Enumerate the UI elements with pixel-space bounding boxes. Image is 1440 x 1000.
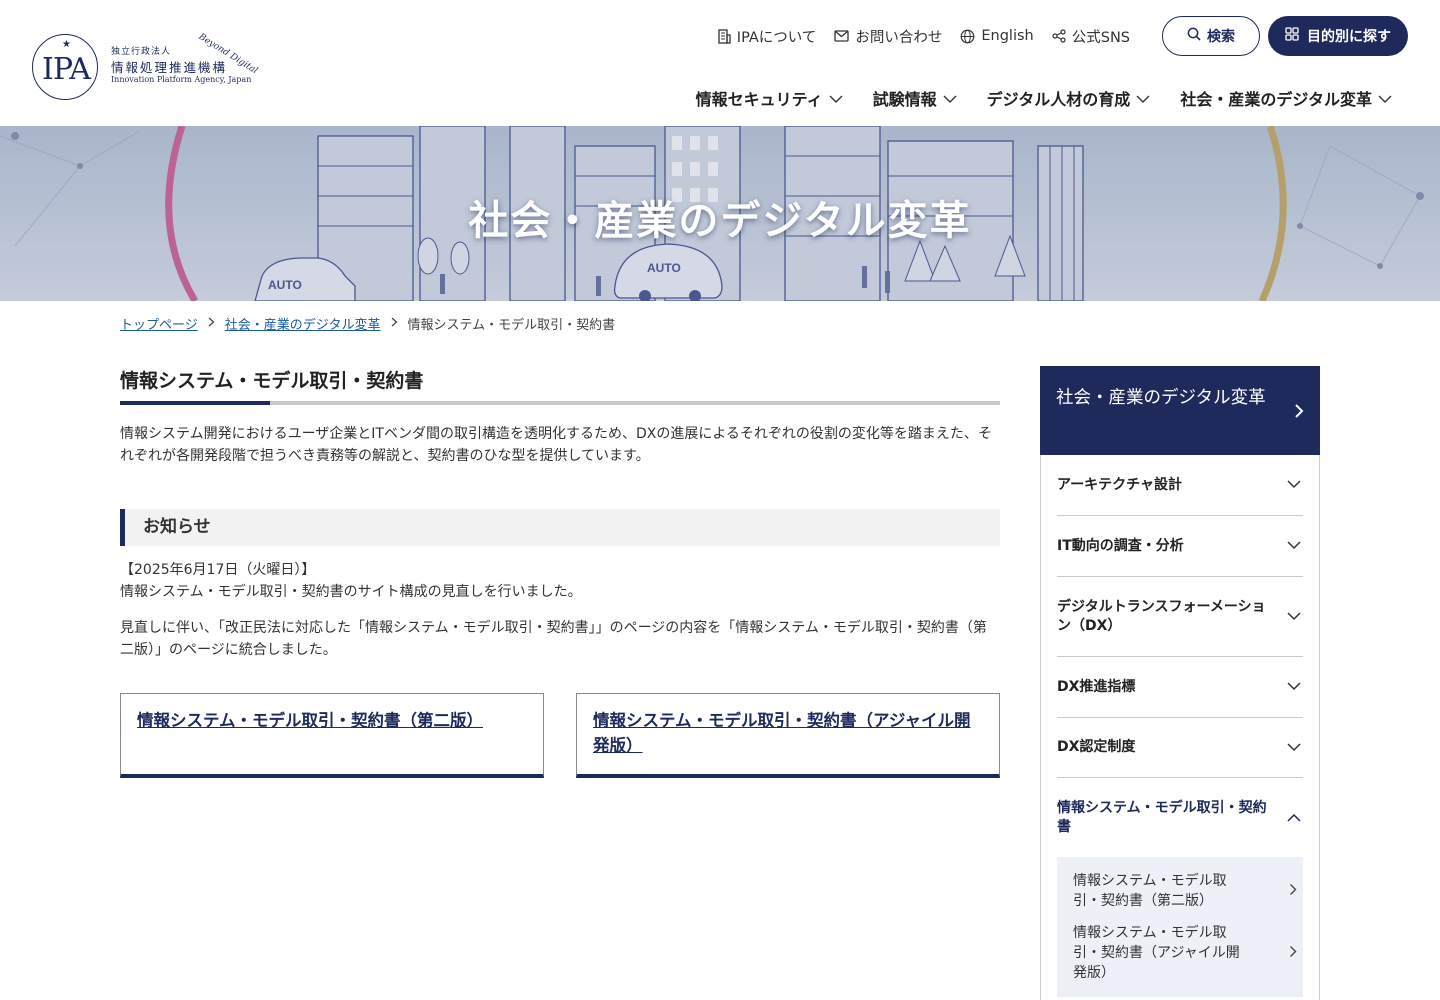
sidebar-heading-label: 社会・産業のデジタル変革 <box>1056 388 1266 408</box>
logo-name: 情報処理推進機構 <box>111 60 228 75</box>
util-about-label: IPAについて <box>736 29 817 46</box>
chevron-right-icon <box>1289 883 1297 900</box>
nav-exam[interactable]: 試験情報 <box>873 86 957 110</box>
logo-subtitle: 独立行政法人 <box>111 47 172 57</box>
chevron-down-icon <box>1287 538 1301 554</box>
globe-icon <box>960 29 975 44</box>
nav-dx-label: 社会・産業のデジタル変革 <box>1180 90 1372 109</box>
breadcrumb-dx-link[interactable]: 社会・産業のデジタル変革 <box>225 314 381 333</box>
site-header: ★ IPA 独立行政法人 情報処理推進機構 Innovation Platfor… <box>0 0 1440 126</box>
sidebar-item-dx-index[interactable]: DX推進指標 <box>1057 657 1303 718</box>
logo-mark-text: IPA <box>42 52 91 87</box>
sidebar-subitem-label: 情報システム・モデル取引・契約書（第二版） <box>1073 873 1227 909</box>
chevron-down-icon <box>1287 740 1301 756</box>
sidebar-item-label: DX認定制度 <box>1057 739 1136 755</box>
sidebar-item-architecture[interactable]: アーキテクチャ設計 <box>1057 455 1303 516</box>
notice-line-1: 情報システム・モデル取引・契約書のサイト構成の見直しを行いました。 <box>120 584 582 600</box>
sidebar-item-label: デジタルトランスフォーメーション（DX） <box>1057 598 1266 634</box>
chevron-down-icon <box>943 89 957 108</box>
nav-digital-talent[interactable]: デジタル人材の育成 <box>987 86 1151 110</box>
breadcrumb-home-link[interactable]: トップページ <box>120 314 198 333</box>
sidebar-item-it-trends[interactable]: IT動向の調査・分析 <box>1057 516 1303 577</box>
chevron-down-icon <box>1378 89 1392 108</box>
chevron-right-icon <box>1289 945 1297 962</box>
sidebar-subitem-agile-edition[interactable]: 情報システム・モデル取引・契約書（アジャイル開発版） <box>1073 923 1297 983</box>
chevron-down-icon <box>829 89 843 108</box>
chevron-down-icon <box>1287 477 1301 493</box>
chevron-down-icon <box>1287 609 1301 625</box>
sidebar-item-label: アーキテクチャ設計 <box>1057 476 1183 493</box>
sidebar-item-dx-certification[interactable]: DX認定制度 <box>1057 718 1303 778</box>
chevron-up-icon <box>1287 810 1301 826</box>
chevron-right-icon <box>208 317 215 330</box>
find-by-purpose-button[interactable]: 目的別に探す <box>1268 16 1408 56</box>
hero-title: 社会・産業のデジタル変革 <box>468 198 972 244</box>
grid-icon <box>1285 27 1299 45</box>
sidebar-item-label: IT動向の調査・分析 <box>1057 537 1184 554</box>
utility-nav: IPAについて お問い合わせ English 公式SNS <box>718 26 1130 46</box>
util-sns-link[interactable]: 公式SNS <box>1052 26 1130 47</box>
search-button-label: 検索 <box>1207 29 1235 45</box>
nav-security-label: 情報セキュリティ <box>695 90 823 109</box>
util-english-link[interactable]: English <box>960 28 1034 44</box>
page-intro: 情報システム開発におけるユーザ企業とITベンダ間の取引構造を透明化するため、DX… <box>120 426 992 464</box>
ipa-logo[interactable]: ★ IPA 独立行政法人 情報処理推進機構 Innovation Platfor… <box>32 24 259 100</box>
star-icon: ★ <box>62 39 71 50</box>
notice-date: 【2025年6月17日（火曜日）】 <box>120 562 316 578</box>
chevron-down-icon <box>1136 89 1150 108</box>
logo-english-name: Innovation Platform Agency, Japan <box>111 75 252 84</box>
nav-digital-talent-label: デジタル人材の育成 <box>986 90 1131 109</box>
nav-dx[interactable]: 社会・産業のデジタル変革 <box>1180 86 1392 110</box>
util-about-link[interactable]: IPAについて <box>718 26 817 47</box>
mail-icon <box>834 30 850 42</box>
sidebar-heading-link[interactable]: 社会・産業のデジタル変革 <box>1040 366 1320 455</box>
page-title: 情報システム・モデル取引・契約書 <box>120 370 424 392</box>
card-second-edition-link[interactable]: 情報システム・モデル取引・契約書（第二版） <box>137 711 483 730</box>
breadcrumb-current: 情報システム・モデル取引・契約書 <box>407 318 616 333</box>
util-contact-label: お問い合わせ <box>855 29 943 46</box>
card-agile-edition-link[interactable]: 情報システム・モデル取引・契約書（アジャイル開発版） <box>593 711 971 755</box>
notice-heading: お知らせ <box>120 509 1000 546</box>
chevron-right-icon <box>391 317 398 330</box>
util-sns-label: 公式SNS <box>1071 29 1130 46</box>
sidebar-item-dx[interactable]: デジタルトランスフォーメーション（DX） <box>1057 577 1303 657</box>
title-underline-accent <box>120 401 270 405</box>
find-by-purpose-label: 目的別に探す <box>1307 29 1391 45</box>
share-icon <box>1052 29 1066 43</box>
sidebar-item-model-contract[interactable]: 情報システム・モデル取引・契約書 <box>1057 778 1303 857</box>
chevron-down-icon <box>1287 679 1301 695</box>
chevron-right-icon <box>1294 401 1304 427</box>
card-agile-edition[interactable]: 情報システム・モデル取引・契約書（アジャイル開発版） <box>576 693 1000 778</box>
search-icon <box>1187 27 1201 45</box>
nav-exam-label: 試験情報 <box>872 90 937 109</box>
sidebar-subitem-second-edition[interactable]: 情報システム・モデル取引・契約書（第二版） <box>1073 871 1297 911</box>
hero-banner: AUTO AUTO 社会・産業のデジタル変革 <box>0 126 1440 301</box>
building-icon <box>718 28 731 44</box>
notice-line-2: 見直しに伴い、「改正民法に対応した「情報システム・モデル取引・契約書」」のページ… <box>120 620 987 658</box>
sidebar-subitem-label: 情報システム・モデル取引・契約書（アジャイル開発版） <box>1073 925 1240 981</box>
sidebar-item-label: 情報システム・モデル取引・契約書 <box>1057 799 1267 835</box>
search-button[interactable]: 検索 <box>1162 16 1260 56</box>
notice-entry: 【2025年6月17日（火曜日）】 情報システム・モデル取引・契約書のサイト構成… <box>120 559 1000 603</box>
breadcrumb: トップページ 社会・産業のデジタル変革 情報システム・モデル取引・契約書 <box>120 314 615 333</box>
card-second-edition[interactable]: 情報システム・モデル取引・契約書（第二版） <box>120 693 544 778</box>
main-nav: 情報セキュリティ 試験情報 デジタル人材の育成 社会・産業のデジタル変革 <box>696 86 1392 110</box>
util-contact-link[interactable]: お問い合わせ <box>834 26 942 47</box>
logo-emblem: ★ IPA <box>32 34 98 100</box>
util-english-label: English <box>981 28 1034 44</box>
nav-security[interactable]: 情報セキュリティ <box>696 86 843 110</box>
sidebar-item-label: DX推進指標 <box>1057 678 1136 695</box>
